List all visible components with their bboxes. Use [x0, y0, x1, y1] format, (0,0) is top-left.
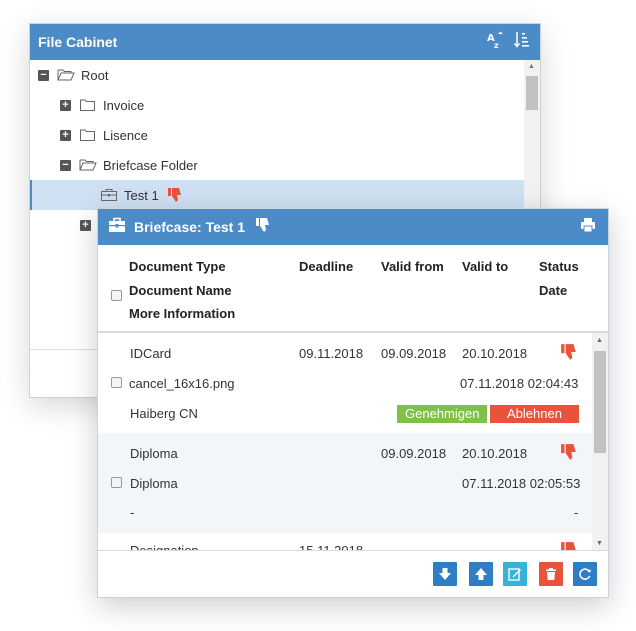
edit-icon — [508, 568, 521, 581]
col-more-information[interactable]: More Information — [129, 306, 235, 321]
tree-node-lisence[interactable]: + Lisence — [30, 120, 524, 150]
list-scrollbar[interactable]: ▲ ▼ — [592, 333, 608, 551]
col-document-type[interactable]: Document Type — [129, 259, 226, 274]
table-row[interactable]: Designation 15.11.2018 — [98, 533, 592, 551]
row-checkbox[interactable] — [111, 477, 122, 488]
tree-node-test-1[interactable]: Test 1 — [30, 180, 524, 210]
status-thumbs-down-icon — [560, 443, 578, 464]
arrow-down-icon — [439, 568, 451, 580]
row-more-information: Haiberg CN — [130, 406, 198, 421]
expand-icon[interactable]: + — [60, 99, 71, 111]
briefcase-title: Briefcase: Test 1 — [134, 219, 246, 235]
collapse-icon[interactable]: − — [38, 69, 49, 81]
row-document-name[interactable]: Diploma — [130, 476, 178, 491]
upload-button[interactable] — [469, 562, 493, 586]
row-document-type: IDCard — [130, 346, 172, 361]
trash-icon — [546, 568, 556, 580]
row-valid-to: 20.10.2018 — [462, 346, 528, 361]
tree-label-test-1: Test 1 — [124, 187, 159, 203]
print-icon[interactable] — [580, 217, 596, 238]
col-deadline[interactable]: Deadline — [299, 259, 353, 274]
col-document-name[interactable]: Document Name — [129, 283, 232, 298]
row-document-type: Diploma — [130, 446, 178, 461]
thumbs-down-icon — [255, 217, 271, 238]
edit-button[interactable] — [503, 562, 527, 586]
col-valid-to[interactable]: Valid to — [462, 259, 508, 274]
tree-node-root[interactable]: − Root — [30, 60, 524, 90]
folder-open-icon — [79, 158, 97, 172]
delete-button[interactable] — [539, 562, 563, 586]
tree-scrollbar-thumb[interactable] — [526, 76, 538, 110]
reject-button[interactable]: Ablehnen — [490, 405, 579, 423]
folder-open-icon — [57, 68, 75, 82]
sort-list-icon[interactable] — [513, 31, 530, 54]
tree-label-root: Root — [81, 67, 109, 83]
file-cabinet-title: File Cabinet — [38, 34, 118, 50]
sort-alpha-icon[interactable]: A z — [486, 31, 504, 54]
collapse-icon[interactable]: − — [60, 159, 71, 171]
row-deadline: 09.11.2018 — [299, 346, 364, 361]
row-date: 07.11.2018 02:04:43 — [460, 376, 579, 391]
document-list: IDCard 09.11.2018 09.09.2018 20.10.2018 … — [98, 333, 592, 551]
tree-node-invoice[interactable]: + Invoice — [30, 90, 524, 120]
folder-icon — [79, 128, 97, 142]
thumbs-down-icon — [167, 187, 183, 203]
col-valid-from[interactable]: Valid from — [381, 259, 444, 274]
row-valid-from: 09.09.2018 — [381, 446, 447, 461]
briefcase-footer — [98, 550, 608, 597]
file-cabinet-header: File Cabinet A z — [30, 24, 540, 60]
folder-icon — [79, 98, 97, 112]
col-status[interactable]: Status — [539, 259, 579, 274]
row-more-information: - — [130, 505, 135, 520]
list-scrollbar-thumb[interactable] — [594, 351, 606, 453]
tree-node-briefcase-folder[interactable]: − Briefcase Folder — [30, 150, 524, 180]
refresh-button[interactable] — [573, 562, 597, 586]
row-document-name[interactable]: cancel_16x16.png — [129, 376, 235, 391]
briefcase-panel: Briefcase: Test 1 Document Type Document… — [97, 208, 609, 598]
table-row[interactable]: IDCard 09.11.2018 09.09.2018 20.10.2018 … — [98, 333, 592, 433]
row-valid-from: 09.09.2018 — [381, 346, 447, 361]
row-status-dash: - — [574, 505, 579, 520]
briefcase-icon — [108, 217, 126, 238]
scroll-down-icon[interactable]: ▼ — [596, 540, 603, 547]
column-headers: Document Type Document Name More Informa… — [98, 245, 608, 333]
expand-icon[interactable]: + — [80, 219, 91, 231]
briefcase-header: Briefcase: Test 1 — [98, 209, 608, 245]
select-all-checkbox[interactable] — [111, 290, 122, 301]
arrow-up-icon — [475, 568, 487, 580]
tree-label-invoice: Invoice — [103, 97, 145, 113]
briefcase-icon — [100, 188, 118, 202]
scroll-up-icon[interactable]: ▲ — [596, 337, 603, 344]
status-thumbs-down-icon — [560, 343, 578, 364]
row-checkbox[interactable] — [111, 377, 122, 388]
download-button[interactable] — [433, 562, 457, 586]
row-valid-to: 20.10.2018 — [462, 446, 528, 461]
expand-icon[interactable]: + — [60, 129, 71, 141]
table-row[interactable]: Diploma 09.09.2018 20.10.2018 Diploma 07… — [98, 433, 592, 533]
row-date: 07.11.2018 02:05:53 — [462, 476, 581, 491]
col-date[interactable]: Date — [539, 283, 567, 298]
svg-text:z: z — [494, 41, 499, 49]
tree-label-briefcase-folder: Briefcase Folder — [103, 157, 198, 173]
scroll-up-icon[interactable]: ▲ — [528, 63, 535, 70]
refresh-icon — [579, 568, 591, 580]
tree-label-lisence: Lisence — [103, 127, 148, 143]
approve-button[interactable]: Genehmigen — [397, 405, 488, 423]
